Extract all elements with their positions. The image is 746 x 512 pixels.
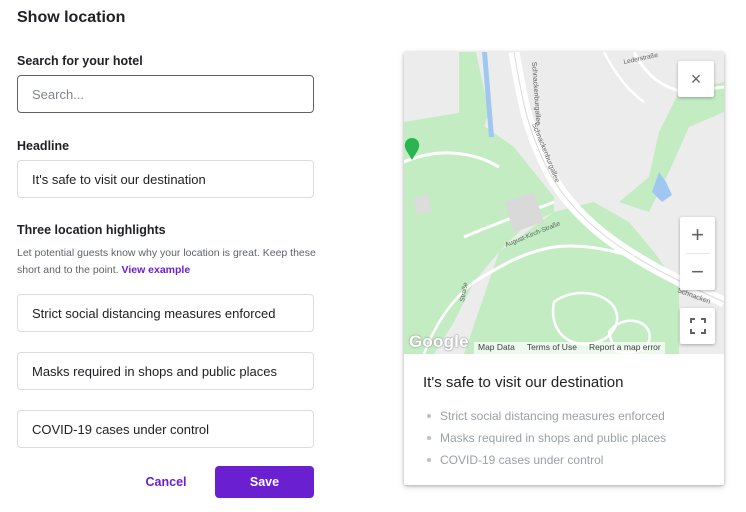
save-button[interactable]: Save bbox=[215, 466, 314, 498]
page-title: Show location bbox=[17, 9, 126, 26]
zoom-out-icon: − bbox=[691, 259, 704, 284]
map-close-button[interactable]: × bbox=[678, 61, 714, 97]
location-preview-card: Schnackenburgallee Schnackenburgallee Au… bbox=[404, 52, 724, 485]
highlights-help-text: Let potential guests know why your locat… bbox=[17, 245, 317, 279]
report-map-error-link[interactable]: Report a map error bbox=[589, 342, 661, 354]
highlight-input-1[interactable] bbox=[17, 294, 314, 332]
highlight-input-3[interactable] bbox=[17, 410, 314, 448]
list-item: Strict social distancing measures enforc… bbox=[423, 405, 705, 427]
cancel-button[interactable]: Cancel bbox=[130, 466, 202, 498]
zoom-in-icon: + bbox=[691, 222, 704, 247]
google-logo: Google bbox=[409, 332, 469, 351]
fullscreen-icon bbox=[689, 318, 706, 334]
view-example-link[interactable]: View example bbox=[122, 264, 191, 276]
zoom-control: + − bbox=[680, 217, 715, 290]
highlight-input-2[interactable] bbox=[17, 352, 314, 390]
fullscreen-button[interactable] bbox=[680, 308, 715, 344]
map-view[interactable]: Schnackenburgallee Schnackenburgallee Au… bbox=[404, 52, 724, 354]
map-footer: Map Data Terms of Use Report a map error bbox=[474, 342, 665, 354]
search-input[interactable] bbox=[17, 75, 314, 113]
map-graphic: Schnackenburgallee Schnackenburgallee Au… bbox=[404, 52, 724, 354]
headline-input[interactable] bbox=[17, 160, 314, 198]
list-item: COVID-19 cases under control bbox=[423, 449, 705, 471]
preview-content: It's safe to visit our destination Stric… bbox=[404, 354, 724, 485]
search-label: Search for your hotel bbox=[17, 54, 143, 68]
highlights-label: Three location highlights bbox=[17, 223, 166, 237]
preview-headline: It's safe to visit our destination bbox=[423, 374, 624, 391]
zoom-out-button[interactable]: − bbox=[680, 254, 715, 290]
preview-highlights-list: Strict social distancing measures enforc… bbox=[423, 405, 705, 471]
terms-of-use-link[interactable]: Terms of Use bbox=[527, 342, 577, 354]
close-icon: × bbox=[690, 68, 702, 89]
list-item: Masks required in shops and public place… bbox=[423, 427, 705, 449]
map-data-link[interactable]: Map Data bbox=[478, 342, 515, 354]
headline-label: Headline bbox=[17, 139, 70, 153]
zoom-in-button[interactable]: + bbox=[680, 217, 715, 253]
